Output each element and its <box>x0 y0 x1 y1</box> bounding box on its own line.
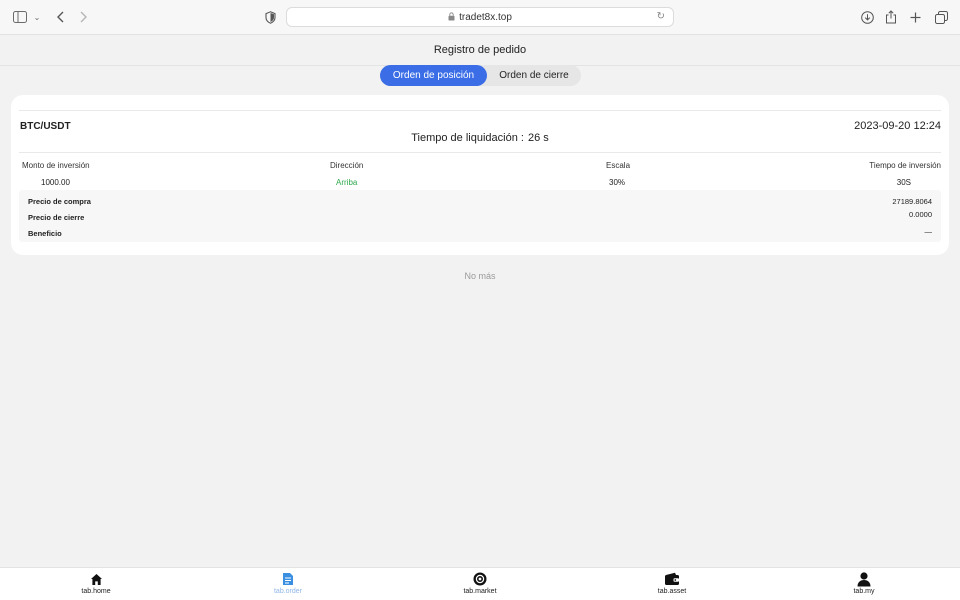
share-icon[interactable] <box>883 8 899 26</box>
close-price-value: 0.0000 <box>909 210 932 219</box>
amount-value: 1000.00 <box>41 178 70 187</box>
bottom-tab-bar: tab.home tab.order tab.market tab.asset … <box>0 567 960 600</box>
direction-value: Arriba <box>336 178 358 187</box>
direction-header: Dirección <box>330 161 364 170</box>
investment-time-header: Tiempo de inversión <box>869 161 941 170</box>
scale-value: 30% <box>609 178 626 187</box>
card-divider-top <box>19 110 941 111</box>
tab-home[interactable]: tab.home <box>36 571 156 599</box>
order-card[interactable]: BTC/USDT 2023-09-20 12:24 Tiempo de liqu… <box>11 95 949 255</box>
new-tab-icon[interactable] <box>908 8 922 26</box>
tab-overview-icon[interactable] <box>933 8 949 26</box>
tab-asset[interactable]: tab.asset <box>612 571 732 599</box>
countdown-label: Tiempo de liquidación : <box>411 132 524 144</box>
tab-position-orders[interactable]: Orden de posición <box>380 65 487 86</box>
settlement-countdown: Tiempo de liquidación :26 s <box>11 132 949 144</box>
lock-icon <box>448 11 455 23</box>
trading-pair: BTC/USDT <box>20 121 71 132</box>
page-title: Registro de pedido <box>433 44 527 56</box>
order-tabs: Orden de posición Orden de cierre <box>380 65 581 86</box>
url-text: tradet8x.top <box>459 11 512 23</box>
buy-price-label: Precio de compra <box>28 197 91 206</box>
order-datetime: 2023-09-20 12:24 <box>854 120 941 132</box>
person-icon <box>856 571 872 587</box>
no-more-text: No más <box>464 271 496 281</box>
document-icon <box>280 571 296 587</box>
forward-icon[interactable] <box>78 8 90 26</box>
buy-price-value: 27189.8064 <box>892 197 932 206</box>
tab-my[interactable]: tab.my <box>804 571 924 599</box>
download-icon[interactable] <box>859 8 875 26</box>
market-icon <box>472 571 488 587</box>
tab-market[interactable]: tab.market <box>420 571 540 599</box>
profit-value: — <box>924 227 933 236</box>
countdown-value: 26 s <box>527 132 549 144</box>
reload-icon[interactable]: ↻ <box>657 11 665 22</box>
tab-order[interactable]: tab.order <box>228 571 348 599</box>
back-icon[interactable] <box>54 8 66 26</box>
amount-header: Monto de inversión <box>22 161 90 170</box>
investment-time-value: 30S <box>896 178 911 187</box>
order-details: Precio de compra 27189.8064 Precio de ci… <box>19 190 941 242</box>
profit-label: Beneficio <box>28 229 62 238</box>
wallet-icon <box>664 571 680 587</box>
card-divider-mid <box>19 152 941 153</box>
address-bar[interactable]: tradet8x.top ↻ <box>286 7 674 27</box>
scale-header: Escala <box>606 161 631 170</box>
chevron-down-icon[interactable]: ⌄ <box>32 8 42 26</box>
browser-toolbar: ⌄ tradet8x.top ↻ <box>0 0 960 35</box>
tab-closed-orders[interactable]: Orden de cierre <box>487 65 581 86</box>
home-icon <box>88 571 104 587</box>
close-price-label: Precio de cierre <box>28 213 85 222</box>
privacy-shield-icon[interactable] <box>263 8 277 26</box>
sidebar-toggle-icon[interactable] <box>12 8 28 26</box>
